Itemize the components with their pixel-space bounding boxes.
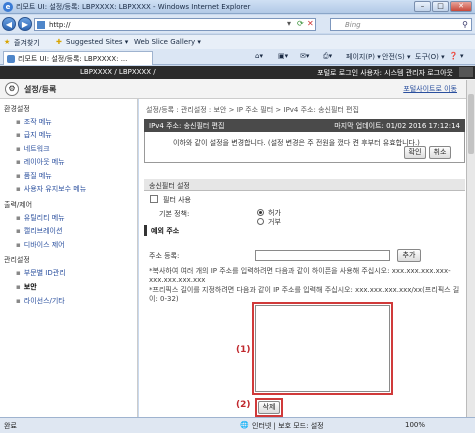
status-bar: 완료 🌐 인터넷 | 보호 모드: 설정 100% <box>0 417 475 433</box>
favorites-bar: ★ 즐겨찾기 ✚ Suggested Sites ▾ Web Slice Gal… <box>0 34 475 49</box>
address-text: http:// <box>49 21 71 29</box>
change-message: 이하와 같이 설정을 변경합니다. (설정 변경은 주 전원을 껐다 켠 후부터… <box>173 139 420 147</box>
sidebar-item-security[interactable]: 보안 <box>16 282 37 292</box>
range-note: *복사하여 여러 개의 IP 주소를 입력하려면 다음과 같이 하이픈을 사용해… <box>149 267 451 284</box>
page-icon <box>37 21 45 29</box>
sidebar-item-operation[interactable]: 조작 메뉴 <box>16 117 52 127</box>
add-button[interactable]: 추가 <box>397 249 421 262</box>
forward-button[interactable]: ▶ <box>18 17 32 31</box>
exception-title: 예외 주소 <box>151 227 180 235</box>
sidebar-section-preferences: 환경설정 <box>4 105 30 113</box>
portal-link[interactable]: 포털사이트로 이동 <box>403 84 457 94</box>
last-update: 마지막 업데이트: 01/02 2016 17:12:14 <box>334 122 460 130</box>
filter-section-header: 송신필터 설정 <box>144 179 465 191</box>
page-title: 설정/등록 <box>24 85 57 94</box>
exception-section-header: 예외 주소 <box>144 225 465 236</box>
address-row: ◀ ▶ http:// ▾ ⟳ ✕ Bing ⚲ <box>0 15 475 33</box>
policy-allow-radio[interactable] <box>257 209 264 216</box>
logout-icon[interactable] <box>459 67 473 77</box>
callout-1: (1) <box>236 345 251 355</box>
default-policy-label: 기본 정책: <box>159 210 190 218</box>
zoom-level[interactable]: 100% <box>405 421 425 429</box>
address-register-label: 주소 등록: <box>149 252 180 260</box>
browser-tab[interactable]: 리모트 UI: 설정/등록: LBPXXXX: ... <box>3 51 153 65</box>
sidebar: 환경설정 조작 메뉴 급지 메뉴 네트워크 레이아웃 메뉴 품질 메뉴 사용자 … <box>0 99 138 417</box>
address-bar[interactable]: http:// <box>34 18 316 31</box>
address-input[interactable] <box>255 250 390 261</box>
settings-icon: ⚙ <box>5 82 19 96</box>
sidebar-item-license[interactable]: 라이선스/기타 <box>16 296 65 306</box>
status-text: 완료 <box>4 422 17 430</box>
delete-button-highlight <box>255 398 283 417</box>
page-menu[interactable]: 페이지(P) ▾ <box>346 52 381 62</box>
stop-icon[interactable]: ✕ <box>307 19 314 29</box>
home-icon[interactable]: ⌂▾ <box>255 52 263 60</box>
sidebar-section-output: 출력/제어 <box>4 201 33 209</box>
sidebar-item-paper-feed[interactable]: 급지 메뉴 <box>16 130 52 140</box>
feeds-icon[interactable]: ▣▾ <box>278 52 288 60</box>
edit-panel: 이하와 같이 설정을 변경합니다. (설정 변경은 주 전원을 껐다 켠 후부터… <box>144 132 465 163</box>
tab-favicon <box>7 55 15 63</box>
sidebar-section-management: 관리설정 <box>4 256 30 264</box>
safety-menu[interactable]: 안전(S) ▾ <box>382 52 411 62</box>
settings-header: ⚙ 설정/등록 포털사이트로 이동 <box>0 79 475 99</box>
device-name: LBPXXXX / LBPXXXX / <box>80 68 156 76</box>
window-title-bar: e 리모트 UI: 설정/등록: LBPXXXX: LBPXXXX - Wind… <box>0 0 475 14</box>
maximize-button[interactable]: □ <box>432 1 449 12</box>
edit-title: IPv4 주소: 송신필터 편집 <box>149 122 225 130</box>
sidebar-item-utility[interactable]: 유틸리티 메뉴 <box>16 213 65 223</box>
sidebar-item-layout[interactable]: 레이아웃 메뉴 <box>16 157 65 167</box>
suggested-sites-link[interactable]: Suggested Sites ▾ <box>66 38 128 46</box>
login-info[interactable]: 포털로 로그인 사용자: 시스템 관리자 로그아웃 <box>317 68 453 78</box>
window-title: 리모트 UI: 설정/등록: LBPXXXX: LBPXXXX - Window… <box>16 3 251 11</box>
search-placeholder: Bing <box>345 21 361 29</box>
use-filter-checkbox[interactable] <box>150 195 158 203</box>
sidebar-item-quality[interactable]: 품질 메뉴 <box>16 171 52 181</box>
mail-icon[interactable]: ✉▾ <box>300 52 309 60</box>
tools-menu[interactable]: 도구(O) ▾ <box>415 52 445 62</box>
ie-logo-icon: e <box>3 2 13 12</box>
dropdown-icon[interactable]: ▾ <box>287 19 291 29</box>
back-button[interactable]: ◀ <box>2 17 16 31</box>
star-icon: ★ <box>4 38 11 46</box>
web-slice-link[interactable]: Web Slice Gallery ▾ <box>134 38 201 46</box>
cancel-button[interactable]: 취소 <box>429 146 451 159</box>
sidebar-item-device-control[interactable]: 디바이스 제어 <box>16 240 65 250</box>
minimize-button[interactable]: – <box>414 1 431 12</box>
sidebar-item-department-id[interactable]: 부문별 ID관리 <box>16 268 66 278</box>
refresh-icon[interactable]: ⟳ <box>297 19 304 29</box>
main-content: 설정/등록 : 관리설정 : 보안 > IP 주소 필터 > IPv4 주소: … <box>139 99 475 417</box>
device-bar: LBPXXXX / LBPXXXX / 포털로 로그인 사용자: 시스템 관리자… <box>0 66 475 79</box>
close-button[interactable]: ✕ <box>450 1 472 12</box>
breadcrumb: 설정/등록 : 관리설정 : 보안 > IP 주소 필터 > IPv4 주소: … <box>146 106 359 114</box>
favorites-button[interactable]: 즐겨찾기 <box>14 38 40 48</box>
search-icon[interactable]: ⚲ <box>462 20 468 29</box>
sidebar-item-maintenance[interactable]: 사용자 유지보수 메뉴 <box>16 184 86 194</box>
filter-section-title: 송신필터 설정 <box>149 182 190 190</box>
vertical-scrollbar[interactable] <box>466 80 475 417</box>
edit-header: IPv4 주소: 송신필터 편집 마지막 업데이트: 01/02 2016 17… <box>144 119 465 132</box>
sidebar-item-network[interactable]: 네트워크 <box>16 144 50 154</box>
address-list-highlight <box>252 302 393 395</box>
scrollbar-thumb[interactable] <box>468 94 474 154</box>
add-favorite-icon[interactable]: ✚ <box>56 38 62 46</box>
callout-2: (2) <box>236 400 251 410</box>
sidebar-item-calibration[interactable]: 캘리브레이션 <box>16 226 63 236</box>
globe-icon: 🌐 <box>240 421 249 429</box>
tab-title: 리모트 UI: 설정/등록: LBPXXXX: ... <box>18 55 128 63</box>
help-menu[interactable]: ❓ ▾ <box>449 52 463 60</box>
ok-button[interactable]: 확인 <box>404 146 426 159</box>
security-zone: 인터넷 | 보호 모드: 설정 <box>252 422 324 430</box>
print-icon[interactable]: ⎙▾ <box>323 52 332 61</box>
search-box[interactable]: Bing ⚲ <box>330 18 472 31</box>
tab-row: 리모트 UI: 설정/등록: LBPXXXX: ... ⌂▾ ▣▾ ✉▾ ⎙▾ … <box>0 49 475 65</box>
policy-deny-radio[interactable] <box>257 218 264 225</box>
use-filter-label: 필터 사용 <box>163 196 191 204</box>
